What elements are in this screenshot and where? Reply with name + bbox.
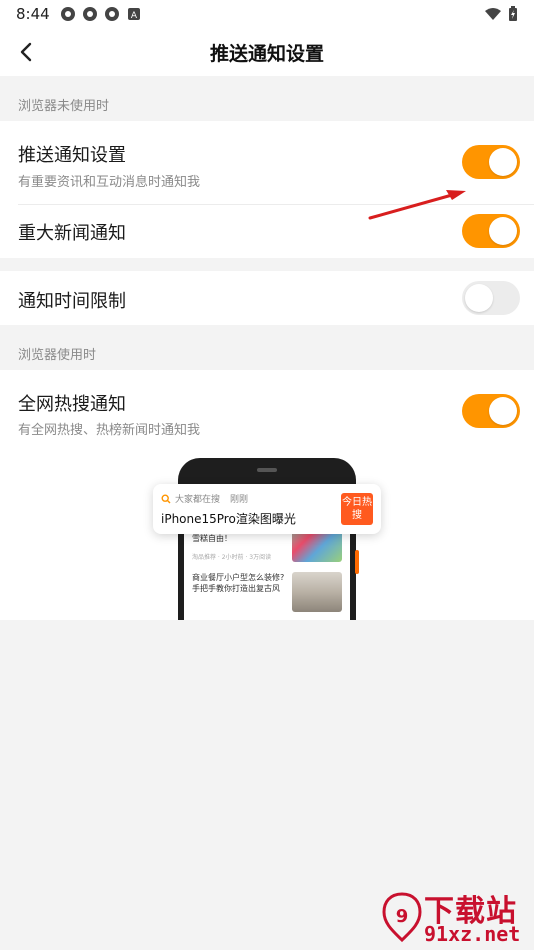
svg-text:A: A: [131, 11, 138, 21]
notification-title: iPhone15Pro渲染图曝光: [161, 512, 296, 526]
svg-text:9: 9: [396, 906, 409, 927]
status-bar: 8:44 A: [0, 0, 534, 28]
section-label-unused: 浏览器未使用时: [18, 99, 110, 114]
setting-row-hot-search: 全网热搜通知 有全网热搜、热榜新闻时通知我: [0, 370, 534, 440]
setting-label: 全网热搜通知: [18, 394, 126, 415]
app-header: 推送通知设置: [0, 28, 534, 76]
hot-search-badge: 今日热搜: [341, 493, 373, 525]
setting-label: 重大新闻通知: [18, 223, 126, 244]
hot-search-toggle[interactable]: [462, 394, 520, 428]
battery-charging-icon: [509, 6, 517, 21]
toggle-knob: [465, 284, 493, 312]
setting-row-push: 推送通知设置 有重要资讯和互动消息时通知我: [0, 121, 534, 204]
watermark-logo-icon: 9: [382, 892, 422, 943]
feed-title: 商业餐厅小户型怎么装修?手把手教你打造出复古风: [192, 573, 285, 593]
setting-description: 有全网热搜、热榜新闻时通知我: [18, 423, 201, 438]
setting-label: 推送通知设置: [18, 145, 126, 166]
notification-illustration: 夏天报到“雪糕刺客”，实现雪糕自由！ 淘品推荐 · 2小时前 · 3万阅读 商业…: [0, 438, 534, 620]
status-time: 8:44: [16, 5, 50, 23]
settings-group-unused: 推送通知设置 有重要资讯和互动消息时通知我 重大新闻通知: [0, 121, 534, 258]
settings-group-time-limit: 通知时间限制: [0, 271, 534, 325]
phone-notch: [257, 468, 277, 472]
wifi-icon: [485, 8, 501, 20]
notification-header: 大家都在搜 刚刚: [161, 492, 248, 505]
search-icon: [161, 493, 171, 503]
toggle-knob: [489, 217, 517, 245]
notification-preview-card: 大家都在搜 刚刚 iPhone15Pro渲染图曝光 今日热搜: [153, 484, 381, 534]
phone-mockup: 夏天报到“雪糕刺客”，实现雪糕自由！ 淘品推荐 · 2小时前 · 3万阅读 商业…: [178, 458, 359, 620]
setting-label: 通知时间限制: [18, 291, 126, 312]
watermark: 9 下载站 91xz.net: [380, 886, 530, 948]
watermark-url: 91xz.net: [424, 922, 521, 946]
feed-item: 商业餐厅小户型怎么装修?手把手教你打造出复古风: [192, 572, 342, 612]
toggle-knob: [489, 148, 517, 176]
settings-group-used: 全网热搜通知 有全网热搜、热榜新闻时通知我: [0, 370, 534, 440]
feed-thumbnail-interior: [292, 572, 342, 612]
accessibility-a-icon: A: [128, 8, 140, 21]
setting-row-time-limit: 通知时间限制: [0, 271, 534, 325]
setting-row-major-news: 重大新闻通知: [0, 205, 534, 258]
app-notification-icon: [105, 7, 119, 21]
notification-icons: A: [60, 6, 142, 22]
app-notification-icon: [83, 7, 97, 21]
toggle-knob: [489, 397, 517, 425]
section-label-used: 浏览器使用时: [18, 348, 97, 363]
page-title: 推送通知设置: [209, 43, 324, 65]
time-limit-toggle[interactable]: [462, 281, 520, 315]
notification-time: 刚刚: [230, 495, 249, 505]
setting-description: 有重要资讯和互动消息时通知我: [18, 175, 201, 190]
feed-meta: 淘品推荐 · 2小时前 · 3万阅读: [192, 554, 272, 561]
phone-side-tab: [355, 550, 359, 574]
app-notification-icon: [61, 7, 75, 21]
push-toggle[interactable]: [462, 145, 520, 179]
notification-source: 大家都在搜: [175, 495, 221, 505]
major-news-toggle[interactable]: [462, 214, 520, 248]
